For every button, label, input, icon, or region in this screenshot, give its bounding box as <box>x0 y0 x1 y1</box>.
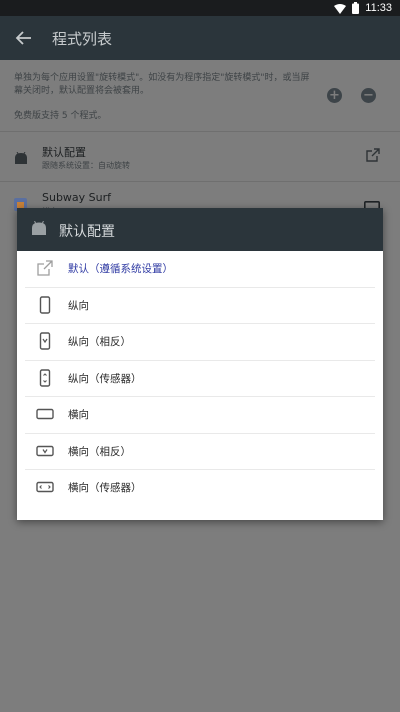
battery-icon <box>352 0 360 18</box>
portrait-icon <box>39 295 51 314</box>
orientation-dialog: 默认配置 默认（遵循系统设置） 纵向 纵向（相反） 纵向（传感器） 横向 横向（… <box>17 208 383 520</box>
app-name: Subway Surf <box>42 191 112 204</box>
open-external-icon[interactable] <box>366 147 380 166</box>
option-label: 纵向（传感器） <box>68 372 142 385</box>
option-landscape-sensor[interactable]: 横向（传感器） <box>25 470 375 506</box>
option-label: 横向 <box>68 409 89 421</box>
portrait-sensor-icon <box>39 368 51 387</box>
option-label: 纵向（相反） <box>68 336 131 348</box>
option-label: 横向（传感器） <box>68 482 142 494</box>
android-icon <box>31 220 47 240</box>
divider <box>0 181 400 182</box>
open-external-icon <box>37 260 53 276</box>
landscape-reverse-icon <box>36 445 54 456</box>
divider <box>0 131 400 132</box>
option-label: 横向（相反） <box>68 445 131 458</box>
app-name: 默认配置 <box>42 146 86 159</box>
back-button[interactable] <box>14 28 34 48</box>
status-icons: 11:33 <box>334 1 392 15</box>
option-landscape-reverse[interactable]: 横向（相反） <box>25 434 375 470</box>
orientation-options: 默认（遵循系统设置） 纵向 纵向（相反） 纵向（传感器） 横向 横向（相反） 横… <box>17 251 383 506</box>
arrow-back-icon <box>15 31 31 45</box>
free-version-note: 免费版支持 5 个程式。 <box>14 111 107 121</box>
status-clock: 11:33 <box>365 2 392 14</box>
option-portrait[interactable]: 纵向 <box>25 288 375 324</box>
dialog-title: 默认配置 <box>59 224 115 240</box>
dialog-header: 默认配置 <box>17 208 383 251</box>
landscape-icon <box>36 408 54 420</box>
option-portrait-reverse[interactable]: 纵向（相反） <box>25 324 375 361</box>
add-app-button[interactable]: + <box>327 88 342 103</box>
option-label: 默认（遵循系统设置） <box>68 263 173 275</box>
option-portrait-sensor[interactable]: 纵向（传感器） <box>25 361 375 397</box>
intro-description: 单独为每个应用设置"旋转模式"。如没有为程序指定"旋转模式"时，或当屏幕关闭时，… <box>14 73 310 96</box>
android-icon <box>14 150 28 169</box>
wifi-icon <box>334 0 347 18</box>
landscape-sensor-icon <box>36 481 54 493</box>
app-setting: 跟随系统设置：自动旋转 <box>42 161 130 170</box>
portrait-reverse-icon <box>39 332 51 350</box>
app-bar: 程式列表 <box>0 16 400 60</box>
page-title: 程式列表 <box>52 30 113 48</box>
remove-app-button[interactable]: − <box>361 88 376 103</box>
option-default[interactable]: 默认（遵循系统设置） <box>25 251 375 288</box>
option-landscape[interactable]: 横向 <box>25 397 375 434</box>
status-bar: 11:33 <box>0 0 400 16</box>
option-label: 纵向 <box>68 299 89 312</box>
